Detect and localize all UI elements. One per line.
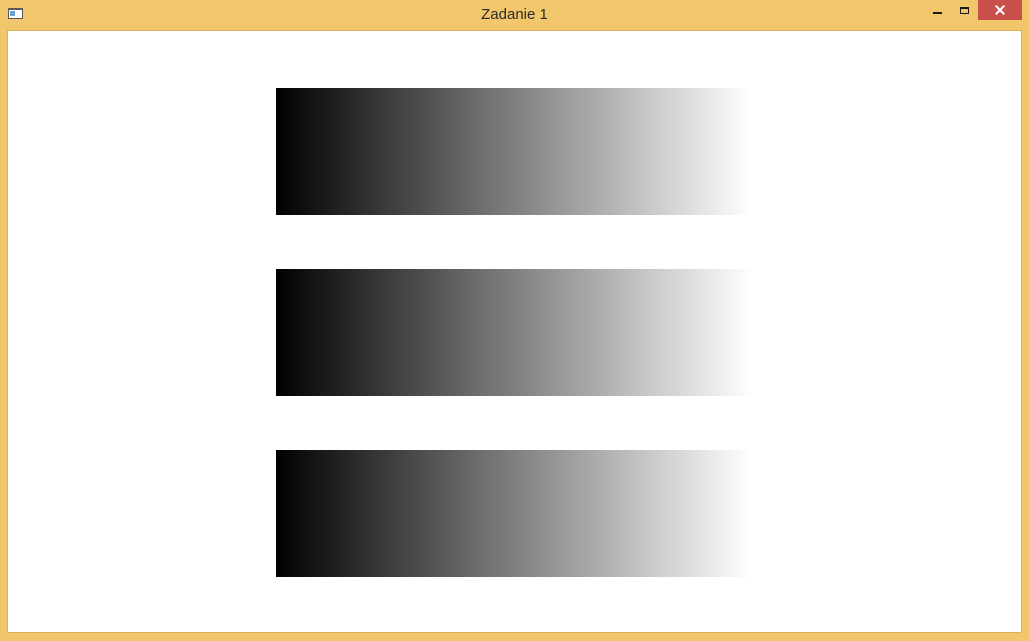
minimize-icon <box>933 12 942 14</box>
gradient-bar-2 <box>276 269 752 396</box>
client-area <box>7 30 1022 633</box>
application-window: Zadanie 1 <box>0 0 1029 641</box>
window-title: Zadanie 1 <box>481 6 548 23</box>
gradient-bar-3 <box>276 450 752 577</box>
maximize-icon <box>960 6 969 14</box>
gradient-bar-1 <box>276 88 752 215</box>
close-icon <box>995 5 1005 15</box>
minimize-button[interactable] <box>924 0 951 20</box>
close-button[interactable] <box>978 0 1022 20</box>
maximize-button[interactable] <box>951 0 978 20</box>
title-bar[interactable]: Zadanie 1 <box>0 0 1029 30</box>
